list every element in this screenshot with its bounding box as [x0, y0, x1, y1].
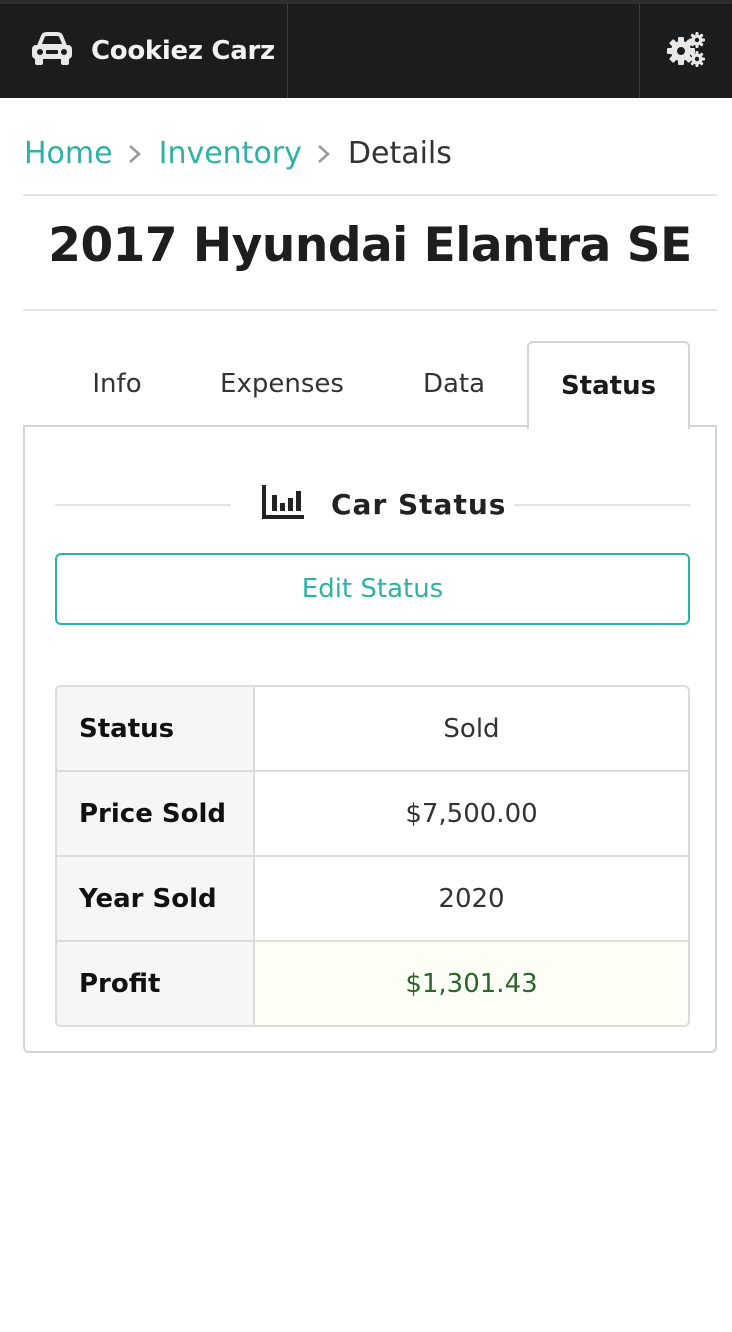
- settings-button[interactable]: [639, 4, 732, 98]
- table-row: Status Sold: [57, 687, 688, 770]
- row-label: Profit: [57, 940, 255, 1025]
- car-icon: [30, 31, 74, 71]
- status-tab-panel: Car Status Edit Status Status Sold Price…: [23, 425, 717, 1053]
- tab-expenses[interactable]: Expenses: [210, 341, 354, 427]
- row-value: Sold: [443, 713, 500, 744]
- tab-status[interactable]: Status: [527, 341, 690, 429]
- row-value: $7,500.00: [255, 770, 688, 855]
- table-row: Price Sold $7,500.00: [57, 770, 688, 855]
- row-value: 2020: [255, 855, 688, 940]
- divider: [23, 194, 717, 196]
- bar-chart-icon: [260, 481, 306, 528]
- tab-data[interactable]: Data: [404, 341, 504, 427]
- tab-info[interactable]: Info: [60, 341, 174, 427]
- section-title-text: Car Status: [331, 487, 507, 521]
- table-row: Profit $1,301.43: [57, 940, 688, 1025]
- brand-name: Cookiez Carz: [91, 36, 275, 66]
- row-label: Status: [57, 687, 255, 770]
- breadcrumb-current: Details: [347, 135, 452, 171]
- row-label: Price Sold: [57, 770, 255, 855]
- breadcrumb-home-link[interactable]: Home: [24, 136, 113, 171]
- section-divider: [55, 504, 231, 506]
- cogs-icon: [666, 31, 706, 71]
- edit-status-button[interactable]: Edit Status: [55, 553, 690, 625]
- page-title: 2017 Hyundai Elantra SE: [48, 218, 692, 273]
- breadcrumb-inventory-link[interactable]: Inventory: [159, 136, 302, 171]
- top-navbar: Cookiez Carz: [0, 0, 732, 98]
- status-table: Status Sold Price Sold $7,500.00 Year So…: [55, 685, 690, 1027]
- profit-value: $1,301.43: [255, 940, 688, 1025]
- table-row: Year Sold 2020: [57, 855, 688, 940]
- chevron-right-icon: [302, 138, 348, 168]
- brand-link[interactable]: Cookiez Carz: [0, 4, 288, 98]
- section-divider: [514, 504, 690, 506]
- section-title: Car Status: [260, 479, 506, 529]
- chevron-right-icon: [113, 138, 159, 168]
- section-header: Car Status: [55, 479, 690, 529]
- divider: [23, 309, 717, 311]
- tab-bar: Info Expenses Data Status: [24, 341, 717, 429]
- row-label: Year Sold: [57, 855, 255, 940]
- breadcrumb: Home Inventory Details: [24, 131, 452, 175]
